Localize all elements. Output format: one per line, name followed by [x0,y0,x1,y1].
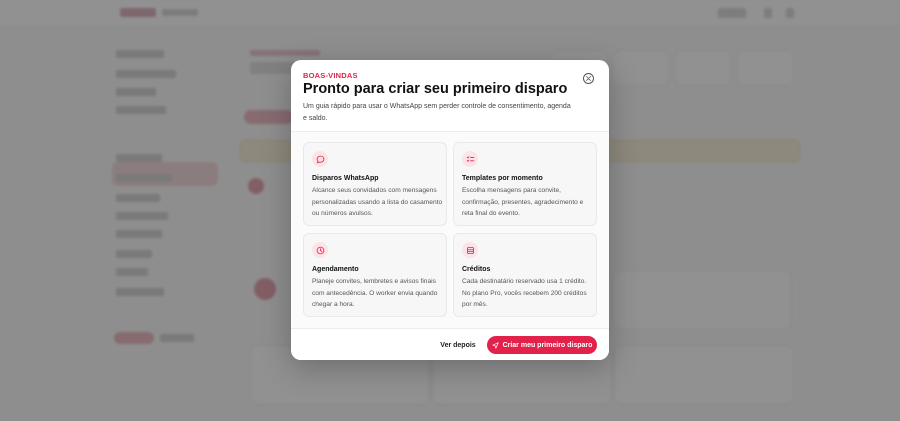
modal-eyebrow: BOAS-VINDAS [303,71,358,80]
modal-header: BOAS-VINDAS Pronto para criar seu primei… [291,60,609,132]
modal-subtitle: Um guia rápido para usar o WhatsApp sem … [303,103,571,122]
feature-title: Agendamento [312,266,359,273]
feature-grid: Disparos WhatsApp Alcance seus convidado… [291,132,609,328]
create-first-dispatch-label: Criar meu primeiro disparo [502,341,593,349]
close-button[interactable] [583,73,594,84]
feature-description: Cada destinatário reservado usa 1 crédit… [462,278,587,308]
feature-title: Templates por momento [462,175,543,182]
feature-description: Alcance seus convidados com mensagens pe… [312,187,443,217]
feature-card-creditos: Créditos Cada destinatário reservado usa… [453,233,597,317]
clock-icon [312,242,328,258]
feature-card-disparos: Disparos WhatsApp Alcance seus convidado… [303,142,447,226]
feature-description: Planeje convites, lembretes e avisos fin… [312,278,438,308]
welcome-modal: BOAS-VINDAS Pronto para criar seu primei… [291,60,609,360]
feature-description: Escolha mensagens para convite, confirma… [462,187,584,217]
send-icon [491,341,499,349]
modal-footer: Ver depois Criar meu primeiro disparo [291,328,609,360]
feature-title: Disparos WhatsApp [312,175,379,182]
database-icon [462,242,478,258]
close-icon [586,76,591,81]
see-later-button[interactable]: Ver depois [435,336,481,354]
chat-bubble-icon [312,151,328,167]
create-first-dispatch-button[interactable]: Criar meu primeiro disparo [487,336,597,354]
modal-title: Pronto para criar seu primeiro disparo [303,81,568,97]
feature-title: Créditos [462,266,491,273]
feature-card-templates: Templates por momento Escolha mensagens … [453,142,597,226]
feature-card-agendamento: Agendamento Planeje convites, lembretes … [303,233,447,317]
checklist-icon [462,151,478,167]
